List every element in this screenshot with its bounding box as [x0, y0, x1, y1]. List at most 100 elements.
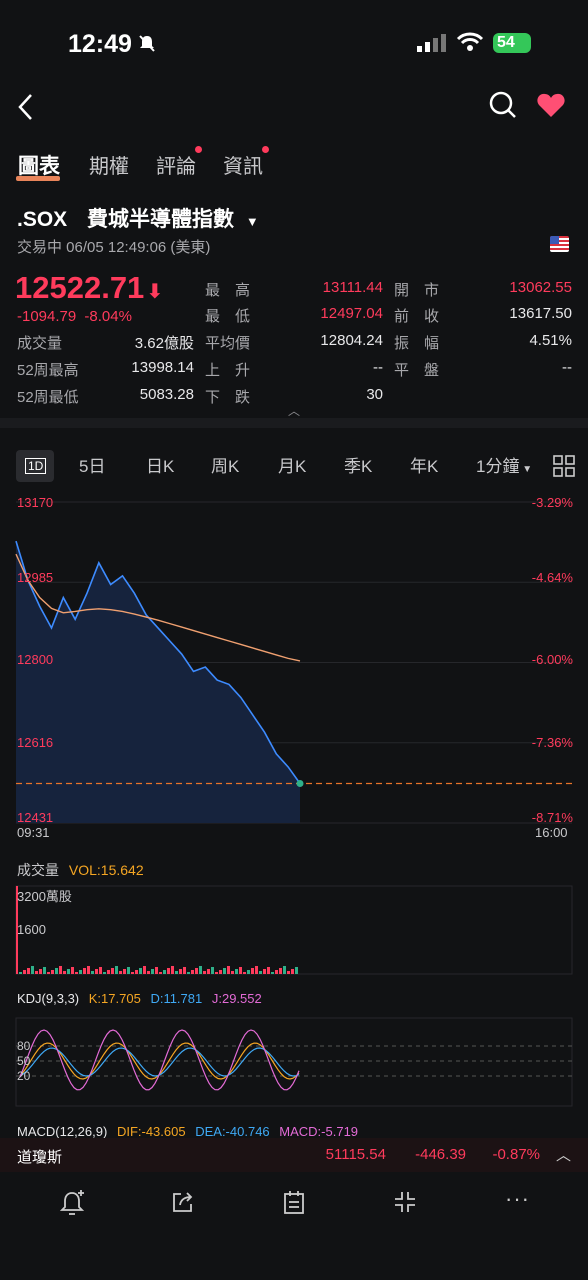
volume-bar	[19, 972, 22, 974]
volume-bar	[239, 967, 242, 974]
volume-bar	[255, 966, 258, 974]
y-tick-5: 12431	[17, 810, 54, 825]
pct-tick-1: -3.29%	[531, 495, 573, 510]
52w-low-label: 52周最低	[17, 389, 79, 406]
period-quarterly[interactable]: 季K	[344, 452, 372, 477]
period-5d[interactable]: 5日	[79, 452, 105, 477]
unchanged-label: 平 盤	[394, 362, 440, 379]
volume-bar	[99, 967, 102, 974]
volume-bar	[43, 967, 46, 974]
low-label: 最 低	[205, 308, 251, 325]
section-divider	[0, 418, 588, 428]
period-daily[interactable]: 日K	[146, 452, 174, 477]
volume-bar	[95, 969, 98, 974]
volume-bar	[259, 971, 262, 974]
kdj-chart[interactable]	[0, 1016, 588, 1108]
index-ticker-bar[interactable]: 道瓊斯 51115.54 -446.39 -0.87% ︿	[0, 1138, 588, 1172]
expand-caret-icon[interactable]: ︿	[556, 1144, 571, 1165]
low-value: 12497.04	[320, 305, 383, 322]
volume-bar	[227, 966, 230, 974]
kdj-title: KDJ(9,3,3)	[17, 991, 80, 1006]
volume-bar	[207, 969, 210, 974]
volume-bar	[143, 966, 146, 974]
change-percent: -8.04%	[84, 308, 132, 325]
period-monthly[interactable]: 月K	[278, 452, 306, 477]
volume-bar	[111, 968, 114, 974]
notes-icon[interactable]	[283, 1190, 305, 1214]
volume-bar	[123, 969, 126, 974]
price-change: -1094.79 -8.04%	[17, 308, 132, 325]
y-tick-3: 12800	[17, 652, 54, 667]
news-notification-dot	[262, 146, 269, 153]
grid-layout-icon[interactable]	[553, 455, 575, 477]
volume-bar	[179, 969, 182, 974]
symbol: .SOX	[17, 208, 68, 231]
kdj-tick-20: 20	[17, 1069, 31, 1083]
volume-bar	[59, 966, 62, 974]
symbol-header[interactable]: .SOX 費城半導體指數 ▼	[17, 203, 259, 233]
period-minute-dropdown[interactable]: 1分鐘 ▼	[476, 452, 532, 477]
volume-bar	[47, 972, 50, 974]
volume-bar	[155, 967, 158, 974]
volume-bar	[263, 969, 266, 974]
volume-bar	[203, 971, 206, 974]
volume-chart[interactable]	[0, 884, 588, 976]
dropdown-icon[interactable]: ▼	[246, 214, 259, 229]
more-icon[interactable]: ···	[505, 1186, 530, 1212]
volume-bar	[23, 970, 26, 974]
amplitude-value: 4.51%	[529, 332, 572, 349]
volume-bar	[131, 972, 134, 974]
y-tick-1: 13170	[17, 495, 54, 510]
pct-tick-4: -7.36%	[531, 735, 573, 750]
volume-bar	[107, 970, 110, 974]
price-area-fill	[16, 541, 300, 823]
period-1d-button[interactable]: 1D	[16, 450, 54, 482]
volume-bar	[51, 970, 54, 974]
avg-price-value: 12804.24	[320, 332, 383, 349]
volume-bar	[163, 970, 166, 974]
tab-comments[interactable]: 評論	[156, 150, 196, 179]
volume-bar	[199, 966, 202, 974]
52w-high-value: 13998.14	[131, 359, 194, 376]
index-change: -446.39	[415, 1146, 466, 1163]
volume-bar	[275, 970, 278, 974]
last-price: 12522.71 ⬇	[15, 270, 163, 306]
volume-bar	[147, 971, 150, 974]
collapse-fullscreen-icon[interactable]	[394, 1191, 416, 1213]
down-arrow-icon: ⬇	[146, 281, 164, 303]
share-icon[interactable]	[171, 1190, 195, 1214]
status-bar: 12:49 54	[0, 0, 588, 88]
volume-bar	[171, 966, 174, 974]
volume-tick-top: 3200萬股	[17, 889, 72, 904]
favorite-heart-icon[interactable]	[536, 92, 566, 118]
volume-bar	[39, 969, 42, 974]
macd-dif: DIF:-43.605	[116, 1124, 186, 1139]
bell-muted-icon	[139, 35, 155, 52]
back-icon[interactable]	[16, 92, 36, 122]
add-alert-icon[interactable]	[60, 1190, 84, 1216]
tab-options[interactable]: 期權	[89, 150, 129, 179]
wifi-icon	[456, 32, 484, 51]
volume-bar	[159, 972, 162, 974]
volume-bar	[295, 967, 298, 974]
advancers-value: --	[373, 359, 383, 376]
tab-news[interactable]: 資訊	[223, 150, 263, 179]
unchanged-value: --	[562, 359, 572, 376]
search-icon[interactable]	[488, 90, 518, 120]
kdj-header: KDJ(9,3,3) K:17.705 D:11.781 J:29.552	[17, 991, 262, 1006]
volume-bar	[151, 969, 154, 974]
kdj-d: D:11.781	[150, 991, 203, 1006]
pct-tick-3: -6.00%	[531, 652, 573, 667]
period-weekly[interactable]: 周K	[211, 452, 239, 477]
volume-bar	[83, 968, 86, 974]
collapse-caret-icon[interactable]: ︿	[288, 402, 300, 419]
index-price: 51115.54	[325, 1146, 386, 1163]
volume-label: 成交量	[17, 335, 63, 352]
volume-bar	[75, 972, 78, 974]
volume-bar	[223, 968, 226, 974]
index-name: 費城半導體指數	[87, 208, 235, 231]
volume-bar	[27, 968, 30, 974]
amplitude-label: 振 幅	[394, 335, 440, 352]
volume-bar	[195, 968, 198, 974]
period-yearly[interactable]: 年K	[410, 452, 438, 477]
